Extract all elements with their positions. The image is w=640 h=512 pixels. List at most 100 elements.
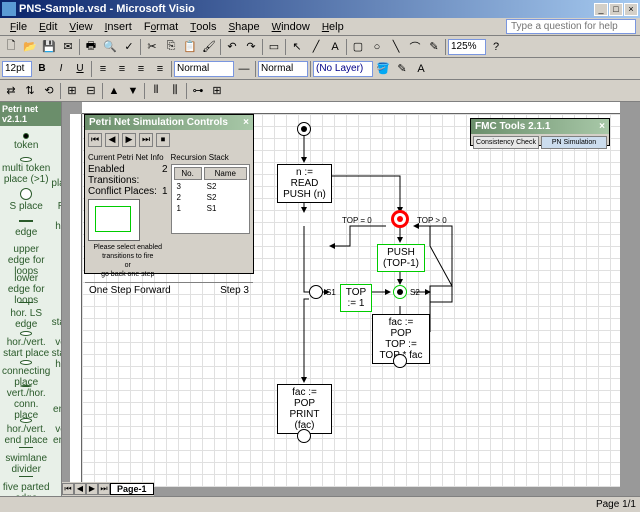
end-place[interactable] <box>297 429 311 443</box>
distribute-icon[interactable]: ⫼ <box>166 82 184 100</box>
copy-icon[interactable]: ⎘ <box>162 38 180 56</box>
node-push[interactable]: PUSH (TOP-1) <box>377 244 425 272</box>
save-icon[interactable]: 💾 <box>40 38 58 56</box>
drawing-canvas[interactable]: n := READPUSH (n) TOP = 0 TOP > 0 PUSH (… <box>82 114 620 487</box>
stencil-multitoken1[interactable]: multi token place (>1) <box>2 157 50 185</box>
mail-icon[interactable]: ✉ <box>59 38 77 56</box>
painter-icon[interactable]: 🖌 <box>200 38 218 56</box>
stencil-connplace[interactable]: connecting place <box>2 360 50 388</box>
spell-icon[interactable]: ✓ <box>120 38 138 56</box>
align-center-icon[interactable]: ≡ <box>113 60 131 78</box>
tab-prev-icon[interactable]: ◀ <box>74 483 86 495</box>
stencil-hvend[interactable]: hor./vert. end place <box>2 418 50 446</box>
stencil-lowedge[interactable]: lower edge for loops <box>2 273 50 301</box>
stencil-title[interactable]: Petri net v2.1.1 <box>0 102 61 126</box>
menu-view[interactable]: View <box>63 19 98 35</box>
layer-combo[interactable]: (No Layer) <box>313 61 373 77</box>
align-left-icon[interactable]: ≡ <box>94 60 112 78</box>
help-search-input[interactable] <box>506 19 636 34</box>
place-conflict[interactable] <box>393 212 407 226</box>
stencil-hvedge[interactable]: hor./vert. edge <box>51 215 62 243</box>
stencil-vhstart[interactable]: vert./hor. start place <box>51 331 62 359</box>
menu-format[interactable]: Format <box>138 19 184 35</box>
tab-page-1[interactable]: Page-1 <box>110 483 154 495</box>
shapes-icon[interactable]: ▭ <box>265 38 283 56</box>
sim-play-icon[interactable]: ▶ <box>122 133 136 147</box>
stencil-hvconn[interactable]: hor./vert. conn. place <box>51 360 62 388</box>
group-icon[interactable]: ⊞ <box>63 82 81 100</box>
layout-icon[interactable]: ⊞ <box>208 82 226 100</box>
node-read[interactable]: n := READPUSH (n) <box>277 164 332 203</box>
sim-close-icon[interactable]: × <box>243 117 249 128</box>
flip-v-icon[interactable]: ⇅ <box>21 82 39 100</box>
help-icon[interactable]: ? <box>487 38 505 56</box>
tab-next-icon[interactable]: ▶ <box>86 483 98 495</box>
pointer-icon[interactable]: ↖ <box>288 38 306 56</box>
bold-icon[interactable]: B <box>33 60 51 78</box>
cut-icon[interactable]: ✂ <box>143 38 161 56</box>
line-color-icon[interactable]: ✎ <box>393 60 411 78</box>
menu-edit[interactable]: Edit <box>33 19 63 35</box>
menu-window[interactable]: Window <box>266 19 316 35</box>
fmc-consistency-button[interactable]: Consistency Check <box>473 136 539 149</box>
style-combo[interactable]: Normal <box>174 61 234 77</box>
sim-panel-title[interactable]: Petri Net Simulation Controls× <box>85 115 253 130</box>
sim-fwd-icon[interactable]: ⏭ <box>139 133 153 147</box>
pencil-icon[interactable]: ✎ <box>425 38 443 56</box>
zoom-combo[interactable]: 125% <box>448 39 486 55</box>
fill-icon[interactable]: 🪣 <box>374 60 392 78</box>
underline-icon[interactable]: U <box>71 60 89 78</box>
rotate-icon[interactable]: ⟲ <box>40 82 58 100</box>
stencil-swimlane[interactable]: swimlane divider <box>2 447 50 475</box>
place-s2[interactable] <box>393 285 407 299</box>
close-button[interactable]: × <box>624 3 638 16</box>
stencil-token[interactable]: token <box>2 128 50 156</box>
stencil-stlowedge[interactable]: strait lower edge <box>51 273 62 301</box>
menu-tools[interactable]: Tools <box>184 19 222 35</box>
sim-rewind-icon[interactable]: ⏮ <box>88 133 102 147</box>
style-combo2[interactable]: Normal <box>258 61 308 77</box>
stencil-vhend[interactable]: vert./hor. end place <box>51 418 62 446</box>
sim-back-icon[interactable]: ◀ <box>105 133 119 147</box>
menu-shape[interactable]: Shape <box>222 19 265 35</box>
minimize-button[interactable]: _ <box>594 3 608 16</box>
stencil-nop[interactable]: NOP <box>51 128 62 156</box>
ruler-horizontal[interactable] <box>82 102 620 114</box>
node-print[interactable]: fac := POPPRINT (fac) <box>277 384 332 434</box>
new-icon[interactable]: 🗋 <box>2 38 20 56</box>
stencil-lsedge[interactable]: hor. LS edge <box>2 302 50 330</box>
fmc-panel[interactable]: FMC Tools 2.1.1× Consistency Check PN Si… <box>470 118 610 146</box>
stencil-endplace[interactable]: end place <box>51 389 62 417</box>
stencil-rplace[interactable]: R place <box>51 186 62 214</box>
connect-icon[interactable]: ⊶ <box>189 82 207 100</box>
align-right-icon[interactable]: ≡ <box>132 60 150 78</box>
stencil-multitoken2[interactable]: multi token place (inf.) <box>51 157 62 185</box>
node-top1[interactable]: TOP := 1 <box>340 284 372 312</box>
print-icon[interactable]: 🖶 <box>82 38 100 56</box>
maximize-button[interactable]: □ <box>609 3 623 16</box>
fmc-close-icon[interactable]: × <box>599 121 605 132</box>
ungroup-icon[interactable]: ⊟ <box>82 82 100 100</box>
align-icon[interactable]: ⫴ <box>147 82 165 100</box>
align-justify-icon[interactable]: ≡ <box>151 60 169 78</box>
menu-file[interactable]: File <box>4 19 33 35</box>
stencil-brace[interactable]: }brace <box>51 447 62 475</box>
fmc-title[interactable]: FMC Tools 2.1.1× <box>471 119 609 134</box>
line-icon[interactable]: ╲ <box>387 38 405 56</box>
tab-first-icon[interactable]: ⏮ <box>62 483 74 495</box>
front-icon[interactable]: ▲ <box>105 82 123 100</box>
undo-icon[interactable]: ↶ <box>223 38 241 56</box>
tab-last-icon[interactable]: ⏭ <box>98 483 110 495</box>
stencil-stupedge[interactable]: strait upper edge <box>51 244 62 272</box>
redo-icon[interactable]: ↷ <box>242 38 260 56</box>
menu-help[interactable]: Help <box>316 19 350 35</box>
sim-stack-list[interactable]: No.Name 3S2 2S2 1S1 <box>171 164 251 234</box>
font-color-icon[interactable]: A <box>412 60 430 78</box>
connector-icon[interactable]: ╱ <box>307 38 325 56</box>
italic-icon[interactable]: I <box>52 60 70 78</box>
stencil-splace[interactable]: S place <box>2 186 50 214</box>
flip-h-icon[interactable]: ⇄ <box>2 82 20 100</box>
open-icon[interactable]: 📂 <box>21 38 39 56</box>
preview-icon[interactable]: 🔍 <box>101 38 119 56</box>
stencil-startplace[interactable]: start place <box>51 302 62 330</box>
